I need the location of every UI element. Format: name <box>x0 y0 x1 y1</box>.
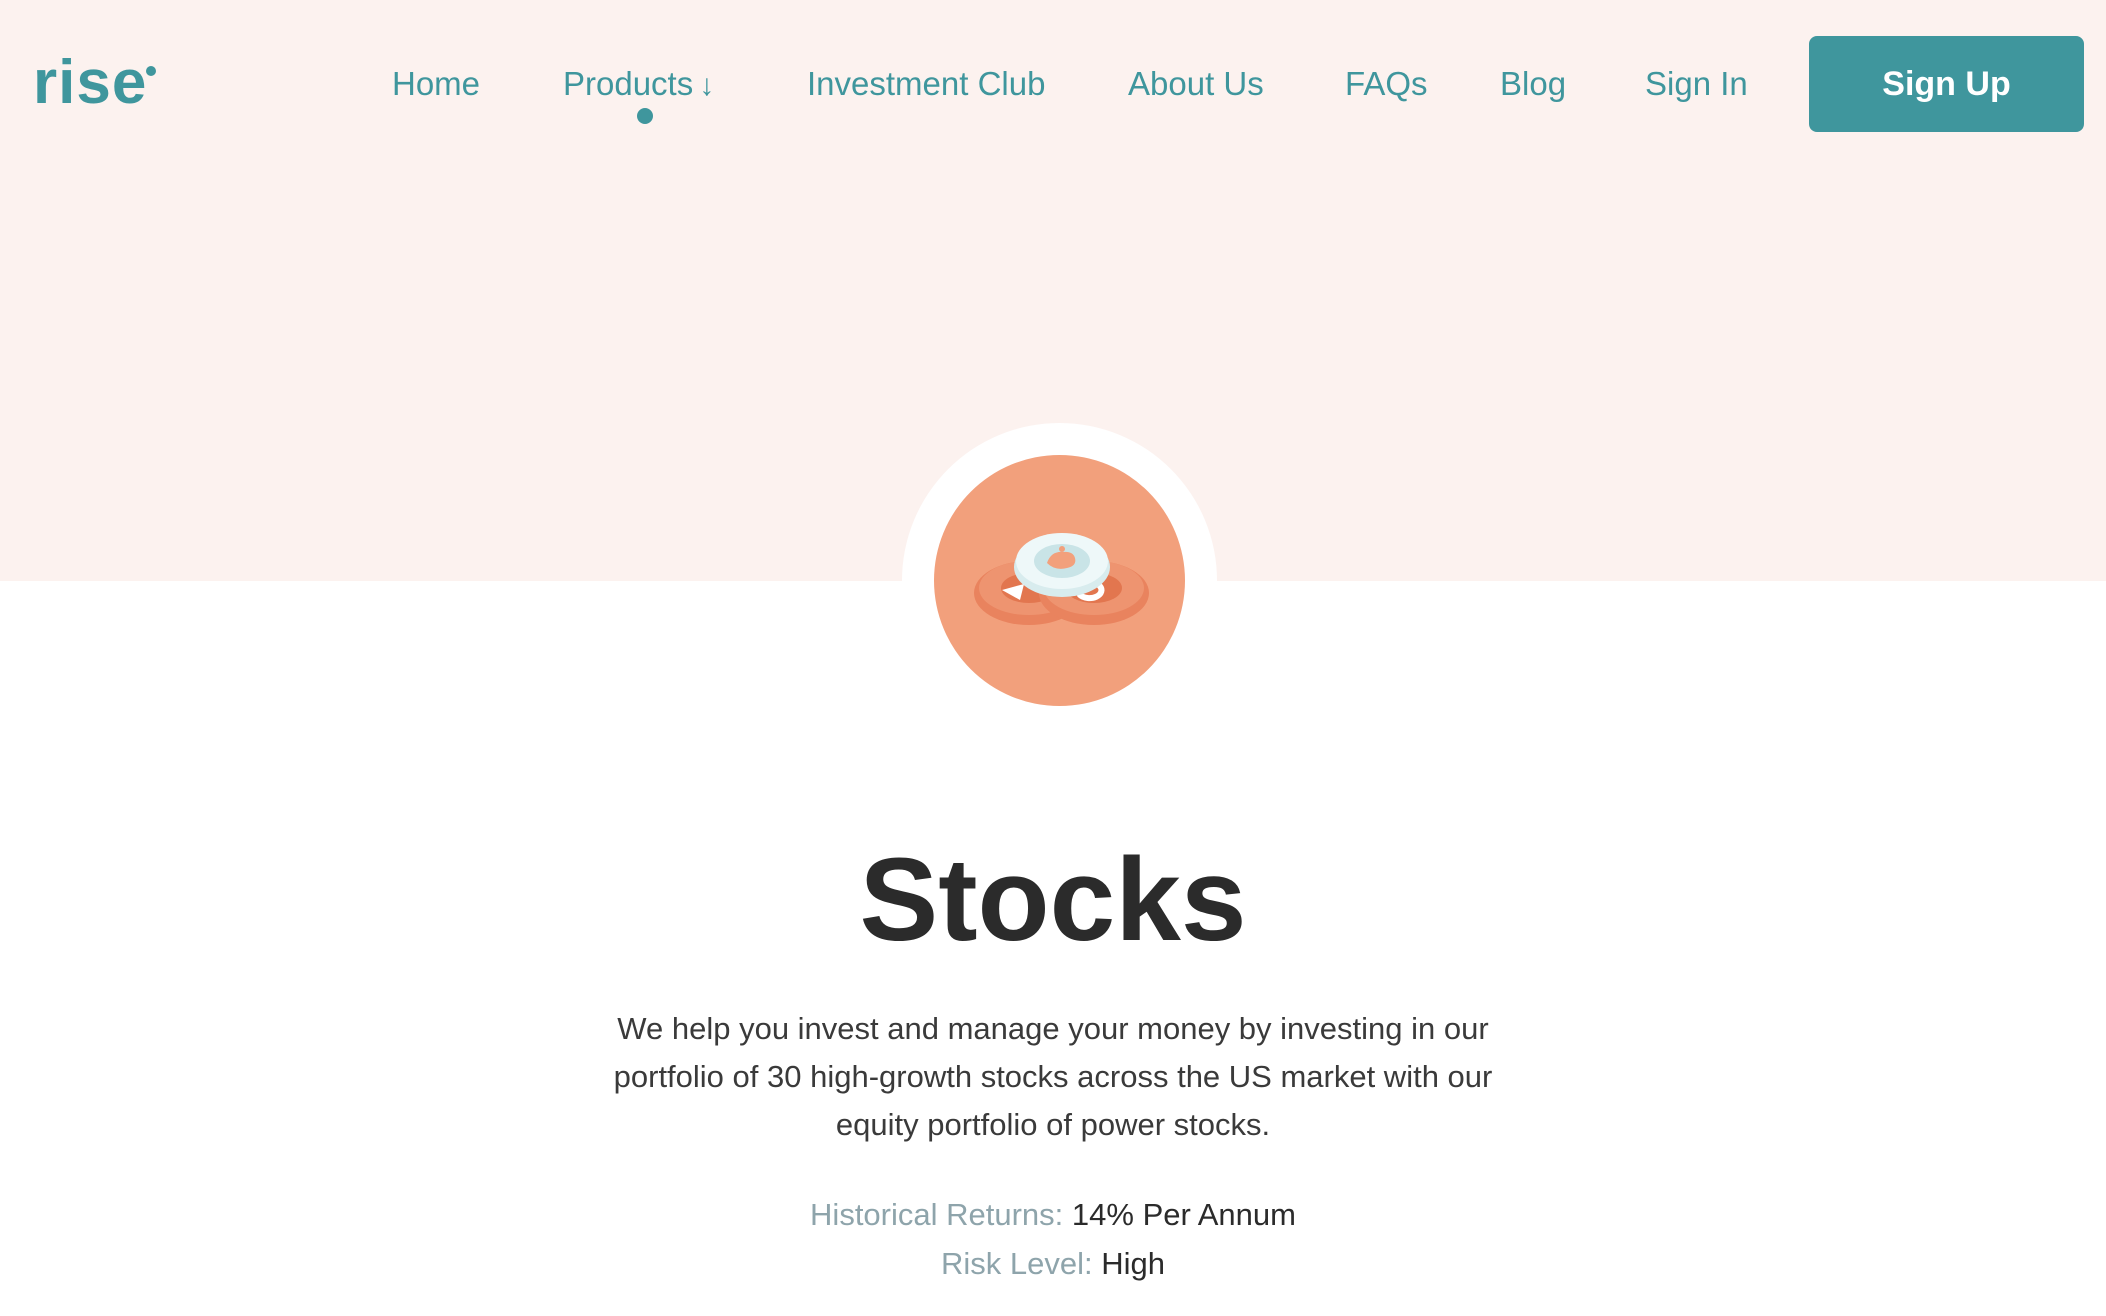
nav-blog-label: Blog <box>1500 65 1567 102</box>
historical-returns: Historical Returns: 14% Per Annum <box>0 1191 2106 1239</box>
rise-logo[interactable]: rise <box>33 48 147 118</box>
arrow-down-icon: ↓ <box>699 69 715 102</box>
historical-returns-label: Historical Returns: <box>810 1197 1064 1232</box>
nav-sign-in[interactable]: Sign In <box>1645 60 1748 108</box>
coins-icon <box>934 455 1185 706</box>
historical-returns-value: 14% Per Annum <box>1071 1197 1296 1232</box>
nav-investment-club-label: Investment Club <box>807 65 1046 102</box>
nav-sign-in-label: Sign In <box>1645 65 1748 102</box>
nav-products-label: Products <box>563 65 694 102</box>
nav-home[interactable]: Home <box>392 60 480 108</box>
risk-level: Risk Level: High <box>0 1240 2106 1288</box>
nav-faqs-label: FAQs <box>1345 65 1428 102</box>
active-nav-indicator <box>637 108 653 124</box>
sign-up-button[interactable]: Sign Up <box>1809 36 2084 132</box>
nav-investment-club[interactable]: Investment Club <box>807 60 1045 108</box>
page: rise Home Products ↓ Investment Club Abou… <box>0 0 2106 1316</box>
nav-blog[interactable]: Blog <box>1500 60 1566 108</box>
logo-dot <box>146 66 156 76</box>
site-header: rise Home Products ↓ Investment Club Abou… <box>0 0 2106 170</box>
coins-illustration <box>974 533 1149 625</box>
nav-faqs[interactable]: FAQs <box>1345 60 1428 108</box>
product-title: Stocks <box>859 834 1247 966</box>
nav-products[interactable]: Products ↓ <box>563 60 714 110</box>
product-description: We help you invest and manage your money… <box>613 1011 1493 1142</box>
nav-about-us[interactable]: About Us <box>1128 60 1264 108</box>
nav-home-label: Home <box>392 65 481 102</box>
risk-level-label: Risk Level: <box>941 1246 1093 1281</box>
nav-about-us-label: About Us <box>1128 65 1264 102</box>
risk-level-value: High <box>1101 1246 1165 1281</box>
